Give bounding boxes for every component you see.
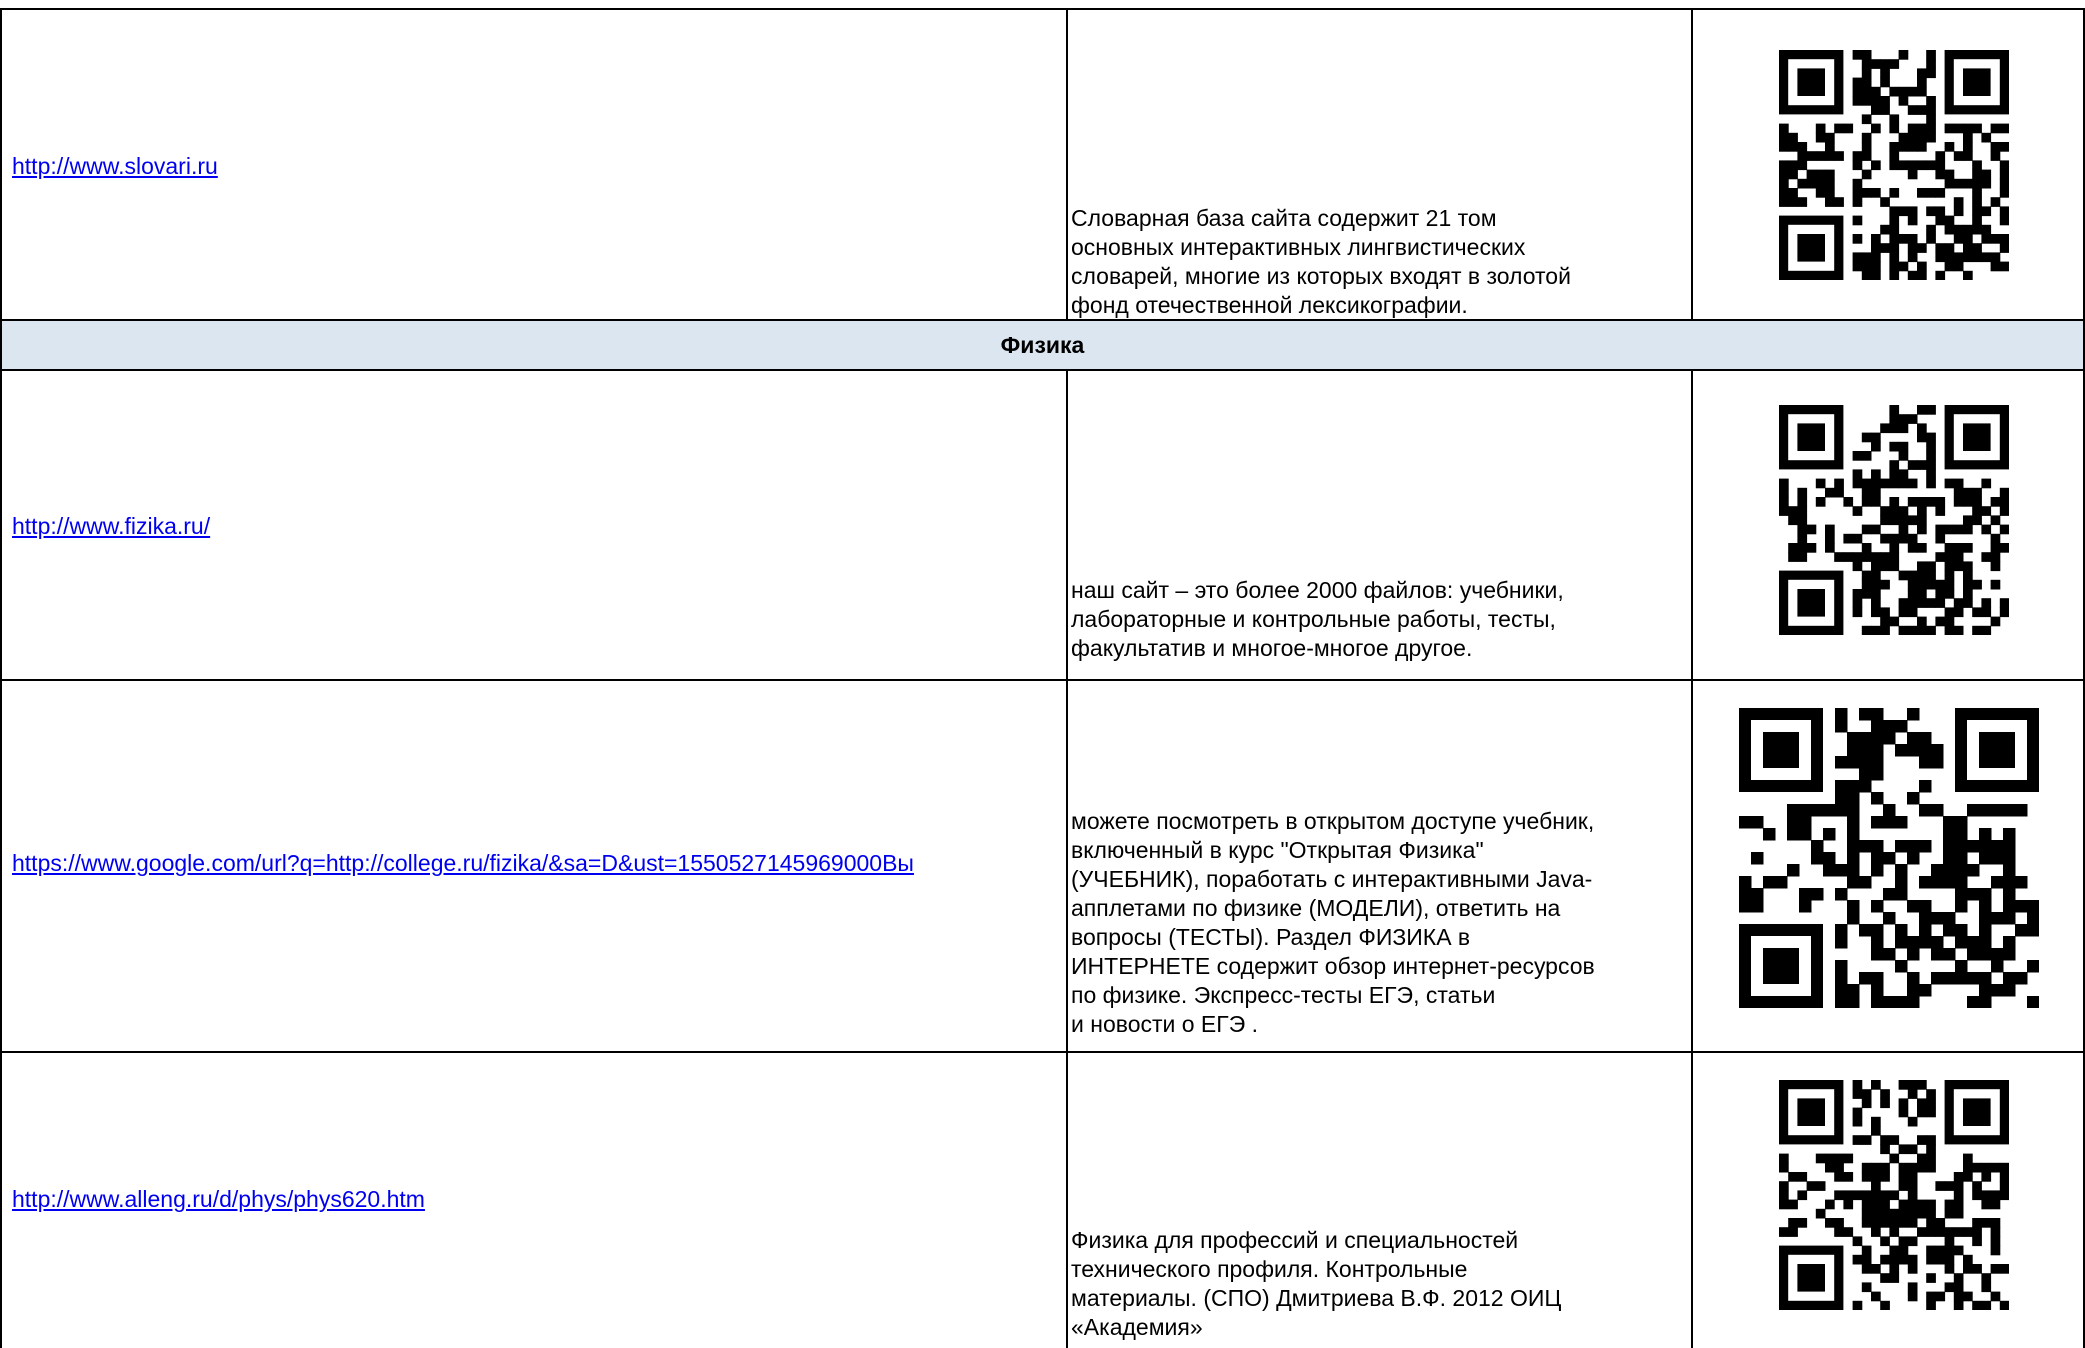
table-row: http://www.slovari.ru Словарная база сай… (0, 8, 2085, 320)
resource-description: наш сайт – это более 2000 файлов: учебни… (1071, 577, 1564, 661)
resource-link[interactable]: http://www.fizika.ru/ (12, 513, 210, 540)
table-border (1066, 8, 1068, 320)
table-border (0, 8, 2085, 10)
resource-description: можете посмотреть в открытом доступе уче… (1071, 808, 1595, 1037)
table-border (1066, 369, 1068, 1348)
resource-description: Словарная база сайта содержит 21 том осн… (1071, 205, 1571, 318)
table-row: https://www.google.com/url?q=http://coll… (0, 680, 2085, 1052)
resource-link[interactable]: http://www.slovari.ru (12, 153, 218, 180)
table-border (1691, 369, 1693, 1348)
qr-code-icon (1779, 1080, 2009, 1310)
resource-description: Физика для профессий и специальностей те… (1071, 1227, 1562, 1340)
qr-code-icon (1779, 405, 2009, 635)
table-border (0, 8, 2, 1348)
resources-table: Физика http://www.slovari.ru Словарная б… (0, 0, 2085, 1348)
table-border (0, 369, 2085, 371)
section-title: Физика (1000, 332, 1085, 358)
table-row: http://www.fizika.ru/ наш сайт – это бол… (0, 370, 2085, 680)
qr-code-icon (1779, 50, 2009, 280)
resource-link[interactable]: https://www.google.com/url?q=http://coll… (12, 850, 914, 877)
table-row: http://www.alleng.ru/d/phys/phys620.htm … (0, 1052, 2085, 1348)
table-border (1691, 8, 1693, 320)
resource-link[interactable]: http://www.alleng.ru/d/phys/phys620.htm (12, 1186, 425, 1213)
section-header: Физика (0, 320, 2085, 370)
table-border (0, 319, 2085, 321)
table-border (0, 679, 2085, 681)
qr-code-icon (1739, 708, 2039, 1008)
table-border (0, 1051, 2085, 1053)
